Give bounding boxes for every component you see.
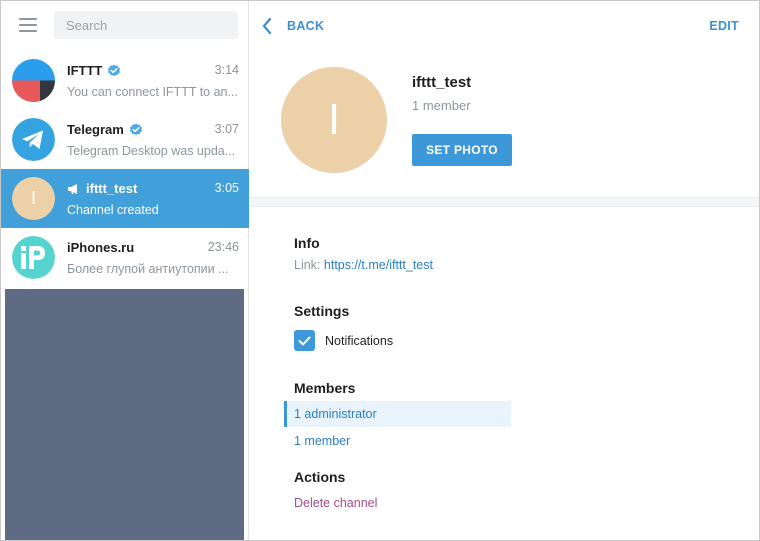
iphones-avatar-icon xyxy=(12,236,55,279)
set-photo-button[interactable]: SET PHOTO xyxy=(412,134,512,166)
chat-time: 23:46 xyxy=(207,240,239,254)
members-link[interactable]: 1 member xyxy=(284,428,511,454)
chat-preview: Telegram Desktop was upda... xyxy=(67,144,236,158)
notifications-label: Notifications xyxy=(325,333,394,348)
chevron-left-icon xyxy=(262,17,272,35)
chat-item-ifttt-test[interactable]: I ifttt_test 3:05 Channel created xyxy=(1,169,249,228)
app-window: IFTTT 3:14 You can connect IFTTT to an..… xyxy=(0,0,760,541)
actions-title: Actions xyxy=(294,469,346,485)
search-input[interactable] xyxy=(54,11,238,39)
chat-time: 3:05 xyxy=(214,181,239,195)
menu-icon[interactable] xyxy=(19,18,37,32)
checkmark-icon xyxy=(298,336,311,345)
info-title: Info xyxy=(294,235,320,251)
chat-item-telegram[interactable]: Telegram 3:07 Telegram Desktop was upda.… xyxy=(1,110,249,169)
back-button[interactable]: BACK xyxy=(261,15,324,37)
megaphone-icon xyxy=(68,183,77,194)
chat-preview: You can connect IFTTT to an... xyxy=(67,85,238,99)
telegram-avatar-icon xyxy=(12,118,55,161)
administrators-link[interactable]: 1 administrator xyxy=(284,401,511,427)
link-prefix: Link: xyxy=(294,258,321,272)
chat-list: IFTTT 3:14 You can connect IFTTT to an..… xyxy=(1,51,249,287)
chat-preview: Channel created xyxy=(67,203,159,217)
chat-title: iPhones.ru xyxy=(67,240,135,255)
channel-info-panel: BACK EDIT I ifttt_test 1 member SET PHOT… xyxy=(249,1,759,540)
sidebar: IFTTT 3:14 You can connect IFTTT to an..… xyxy=(1,1,249,540)
info-link-row: Link: https://t.me/ifttt_test xyxy=(294,258,433,272)
channel-name: ifttt_test xyxy=(412,74,472,91)
back-label: BACK xyxy=(287,19,325,33)
chat-time: 3:07 xyxy=(214,122,239,136)
channel-avatar: I xyxy=(12,177,55,220)
chat-item-ifttt[interactable]: IFTTT 3:14 You can connect IFTTT to an..… xyxy=(1,51,249,110)
chat-title: IFTTT xyxy=(67,63,121,78)
delete-channel-button[interactable]: Delete channel xyxy=(294,496,377,510)
section-divider xyxy=(249,197,759,207)
notifications-toggle[interactable]: Notifications xyxy=(294,330,393,351)
chat-preview: Более глупой антиутопии ... xyxy=(67,262,229,276)
chat-title: ifttt_test xyxy=(67,181,137,196)
members-title: Members xyxy=(294,380,356,396)
chat-time: 3:14 xyxy=(214,63,239,77)
channel-link[interactable]: https://t.me/ifttt_test xyxy=(324,258,433,272)
sidebar-topbar xyxy=(1,1,249,49)
settings-title: Settings xyxy=(294,303,350,319)
sidebar-empty-area xyxy=(5,289,244,540)
notifications-checkbox[interactable] xyxy=(294,330,315,351)
member-count: 1 member xyxy=(412,98,471,113)
chat-title: Telegram xyxy=(67,122,143,137)
verified-icon xyxy=(108,64,121,76)
chat-item-iphones[interactable]: iPhones.ru 23:46 Более глупой антиутопии… xyxy=(1,228,249,287)
ifttt-avatar-icon xyxy=(12,59,55,102)
profile-avatar: I xyxy=(281,67,387,173)
edit-button[interactable]: EDIT xyxy=(709,19,739,33)
verified-icon xyxy=(129,123,142,135)
